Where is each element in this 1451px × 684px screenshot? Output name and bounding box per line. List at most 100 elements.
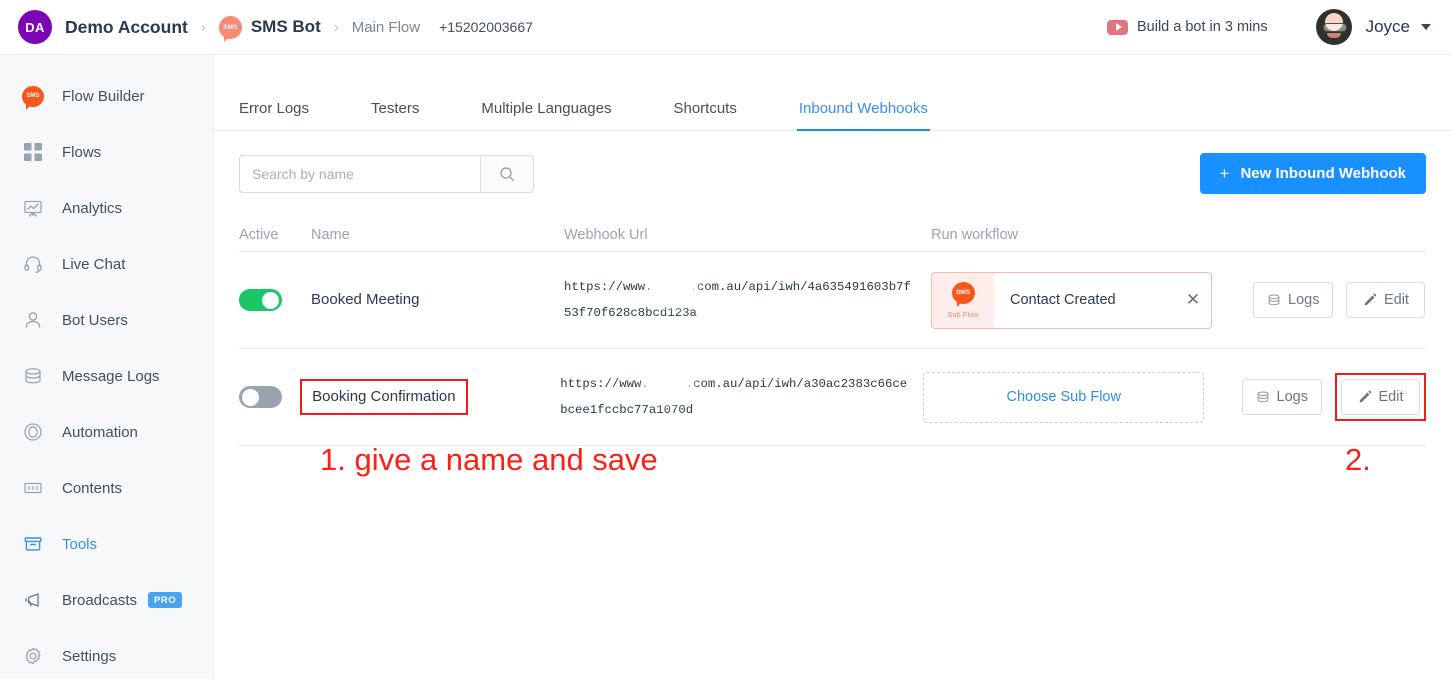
breadcrumb-account-name[interactable]: Demo Account	[65, 17, 188, 38]
user-name-label: Joyce	[1366, 17, 1410, 37]
sms-bot-icon: SMS	[219, 16, 242, 39]
edit-button[interactable]: Edit	[1341, 379, 1420, 415]
edit-button-label: Edit	[1384, 292, 1409, 308]
sidebar-item-label: Analytics	[62, 200, 122, 217]
top-bar: DA Demo Account › SMS SMS Bot › Main Flo…	[0, 0, 1451, 55]
table-header-row: Active Name Webhook Url Run workflow	[239, 218, 1426, 252]
webhook-name: Booked Meeting	[311, 291, 419, 308]
webhook-url-text: https://www. .com.au/api/iwh/a30ac2383c6…	[560, 377, 907, 417]
search-group	[239, 155, 534, 193]
active-toggle[interactable]	[239, 289, 282, 311]
sub-flow-badge-text: SMS	[956, 289, 970, 296]
sidebar-item-label: Bot Users	[62, 312, 128, 329]
avatar	[1316, 9, 1352, 45]
row-active-cell	[239, 289, 311, 311]
tab-error-logs[interactable]: Error Logs	[239, 100, 309, 130]
sidebar-item-label: Flow Builder	[62, 88, 145, 105]
logs-button[interactable]: Logs	[1253, 282, 1333, 318]
tab-inbound-webhooks[interactable]: Inbound Webhooks	[799, 100, 928, 130]
main-content: Error Logs Testers Multiple Languages Sh…	[214, 55, 1451, 679]
sms-bot-icon-label: SMS	[223, 24, 238, 31]
close-icon[interactable]: ✕	[1175, 290, 1211, 310]
edit-button[interactable]: Edit	[1346, 282, 1425, 318]
sms-bubble-icon: SMS	[22, 85, 44, 107]
gear-icon	[22, 645, 44, 667]
database-icon	[1267, 293, 1281, 307]
sub-flow-name: Contact Created	[994, 292, 1175, 308]
user-menu[interactable]: Joyce	[1316, 9, 1431, 45]
headset-icon	[22, 253, 44, 275]
breadcrumb-separator-icon: ›	[201, 19, 206, 36]
user-icon	[22, 309, 44, 331]
table-row: Booked Meeting https://www. .com.au/api/…	[239, 252, 1426, 349]
webhook-name[interactable]: Booking Confirmation	[312, 388, 455, 405]
annotation-step-1: 1. give a name and save	[320, 442, 658, 478]
sidebar-item-broadcasts[interactable]: Broadcasts PRO	[0, 572, 213, 628]
sidebar-item-flows[interactable]: Flows	[0, 124, 213, 180]
webhook-url[interactable]: https://www. .com.au/api/iwh/4a635491603…	[564, 274, 931, 326]
column-header-webhook-url: Webhook Url	[564, 227, 931, 243]
tab-testers[interactable]: Testers	[371, 100, 419, 130]
sidebar-item-contents[interactable]: Contents	[0, 460, 213, 516]
edit-button-label: Edit	[1379, 389, 1404, 405]
search-input[interactable]	[239, 155, 480, 193]
breadcrumb-bot-name[interactable]: SMS Bot	[251, 17, 321, 37]
sidebar-item-label: Automation	[62, 424, 138, 441]
sidebar-item-bot-users[interactable]: Bot Users	[0, 292, 213, 348]
column-header-run-workflow: Run workflow	[931, 227, 1253, 243]
sidebar-item-analytics[interactable]: Analytics	[0, 180, 213, 236]
tab-shortcuts[interactable]: Shortcuts	[673, 100, 736, 130]
logs-button-label: Logs	[1288, 292, 1319, 308]
pencil-icon	[1358, 390, 1372, 404]
database-icon	[1256, 390, 1270, 404]
sub-flow-sublabel: Sub Flow	[947, 310, 978, 319]
breadcrumb: DA Demo Account › SMS SMS Bot › Main Flo…	[0, 10, 533, 44]
new-inbound-webhook-label: New Inbound Webhook	[1240, 165, 1406, 182]
choose-sub-flow-button[interactable]: Choose Sub Flow	[923, 372, 1204, 423]
logs-button[interactable]: Logs	[1242, 379, 1322, 415]
sub-flow-icon: SMS Sub Flow	[932, 273, 994, 328]
webhook-url-text: https://www. .com.au/api/iwh/4a635491603…	[564, 280, 911, 320]
database-icon	[22, 365, 44, 387]
annotation-step-2: 2.	[1345, 442, 1371, 478]
webhooks-table: Active Name Webhook Url Run workflow Boo…	[239, 218, 1426, 446]
webhook-name-highlight: Booking Confirmation	[300, 379, 467, 415]
build-a-bot-promo-button[interactable]: Build a bot in 3 mins	[1107, 19, 1268, 35]
build-a-bot-promo-label: Build a bot in 3 mins	[1137, 19, 1268, 35]
sidebar-item-label: Live Chat	[62, 256, 125, 273]
youtube-play-icon	[1107, 20, 1128, 35]
search-button[interactable]	[480, 155, 534, 193]
sub-flow-card[interactable]: SMS Sub Flow Contact Created ✕	[931, 272, 1212, 329]
row-name-cell: Booking Confirmation	[310, 379, 560, 415]
toolbox-icon	[22, 533, 44, 555]
sidebar-item-label: Contents	[62, 480, 122, 497]
sidebar-item-automation[interactable]: Automation	[0, 404, 213, 460]
sidebar-item-tools[interactable]: Tools	[0, 516, 213, 572]
table-row: Booking Confirmation https://www. .com.a…	[239, 349, 1426, 446]
toolbar: + New Inbound Webhook	[214, 131, 1451, 194]
sidebar-item-label: Tools	[62, 536, 97, 553]
sidebar-item-flow-builder[interactable]: SMS Flow Builder	[0, 68, 213, 124]
row-run-workflow-cell: Choose Sub Flow	[923, 372, 1241, 423]
column-header-name: Name	[311, 227, 564, 243]
sidebar-item-settings[interactable]: Settings	[0, 628, 213, 684]
row-run-workflow-cell: SMS Sub Flow Contact Created ✕	[931, 272, 1253, 329]
row-actions-cell: Logs Edit	[1253, 282, 1426, 318]
new-inbound-webhook-button[interactable]: + New Inbound Webhook	[1200, 153, 1426, 194]
plus-icon: +	[1220, 164, 1230, 184]
active-toggle[interactable]	[239, 386, 282, 408]
column-header-active: Active	[239, 227, 311, 243]
tab-bar: Error Logs Testers Multiple Languages Sh…	[214, 83, 1451, 131]
phone-number: +15202003667	[439, 19, 533, 35]
pencil-icon	[1363, 293, 1377, 307]
sidebar-item-label: Flows	[62, 144, 101, 161]
logs-button-label: Logs	[1277, 389, 1308, 405]
tab-multiple-languages[interactable]: Multiple Languages	[481, 100, 611, 130]
sidebar: SMS Flow Builder Flows Analytics	[0, 55, 214, 679]
sidebar-item-message-logs[interactable]: Message Logs	[0, 348, 213, 404]
sidebar-item-label: Settings	[62, 648, 116, 665]
breadcrumb-flow-name[interactable]: Main Flow	[352, 19, 420, 36]
sidebar-item-live-chat[interactable]: Live Chat	[0, 236, 213, 292]
redaction-blur	[652, 367, 686, 397]
webhook-url[interactable]: https://www. .com.au/api/iwh/a30ac2383c6…	[560, 371, 923, 423]
